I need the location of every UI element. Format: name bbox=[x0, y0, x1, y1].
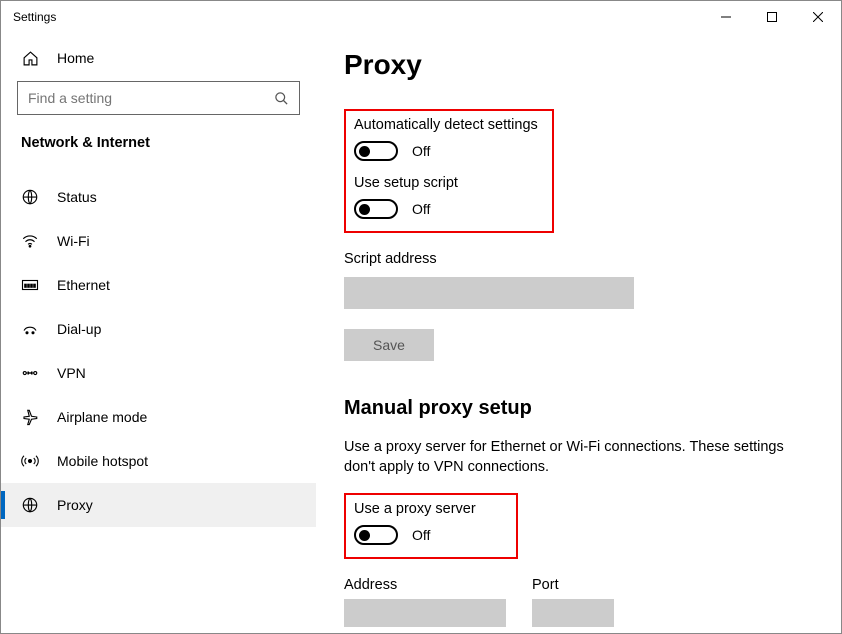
maximize-button[interactable] bbox=[749, 1, 795, 33]
nav-item-status[interactable]: Status bbox=[1, 175, 316, 219]
nav-label: Ethernet bbox=[57, 277, 110, 293]
content-pane: Proxy Automatically detect settings Off … bbox=[316, 33, 841, 633]
use-proxy-state: Off bbox=[412, 527, 430, 543]
setup-script-label: Use setup script bbox=[354, 175, 542, 191]
titlebar: Settings bbox=[1, 1, 841, 33]
airplane-icon bbox=[21, 408, 39, 426]
proxy-icon bbox=[21, 496, 39, 514]
close-button[interactable] bbox=[795, 1, 841, 33]
address-label: Address bbox=[344, 577, 506, 593]
nav-item-proxy[interactable]: Proxy bbox=[1, 483, 316, 527]
use-proxy-toggle[interactable] bbox=[354, 525, 398, 545]
auto-detect-label: Automatically detect settings bbox=[354, 117, 542, 133]
manual-desc: Use a proxy server for Ethernet or Wi-Fi… bbox=[344, 438, 784, 477]
minimize-button[interactable] bbox=[703, 1, 749, 33]
home-nav[interactable]: Home bbox=[17, 39, 300, 81]
hotspot-icon bbox=[21, 452, 39, 470]
port-label: Port bbox=[532, 577, 614, 593]
nav-item-hotspot[interactable]: Mobile hotspot bbox=[1, 439, 316, 483]
window-title: Settings bbox=[13, 10, 56, 24]
setup-script-toggle[interactable] bbox=[354, 199, 398, 219]
nav-label: Mobile hotspot bbox=[57, 453, 148, 469]
nav-item-wifi[interactable]: Wi-Fi bbox=[1, 219, 316, 263]
ethernet-icon bbox=[21, 276, 39, 294]
home-label: Home bbox=[57, 50, 94, 66]
save-button: Save bbox=[344, 329, 434, 361]
manual-proxy-highlight: Use a proxy server Off bbox=[344, 493, 518, 559]
auto-proxy-highlight: Automatically detect settings Off Use se… bbox=[344, 109, 554, 233]
nav-item-vpn[interactable]: VPN bbox=[1, 351, 316, 395]
window-controls bbox=[703, 1, 841, 33]
nav-list: Status Wi-Fi Ethernet bbox=[1, 175, 316, 527]
nav-item-airplane[interactable]: Airplane mode bbox=[1, 395, 316, 439]
nav-label: Proxy bbox=[57, 497, 93, 513]
auto-detect-toggle[interactable] bbox=[354, 141, 398, 161]
vpn-icon bbox=[21, 364, 39, 382]
nav-label: Wi-Fi bbox=[57, 233, 90, 249]
home-icon bbox=[21, 49, 39, 67]
manual-section-title: Manual proxy setup bbox=[344, 397, 807, 420]
use-proxy-label: Use a proxy server bbox=[354, 501, 506, 517]
script-address-input bbox=[344, 277, 634, 309]
search-box[interactable] bbox=[17, 81, 300, 115]
nav-label: Status bbox=[57, 189, 97, 205]
address-input bbox=[344, 599, 506, 627]
page-title: Proxy bbox=[344, 49, 807, 81]
auto-detect-state: Off bbox=[412, 143, 430, 159]
wifi-icon bbox=[21, 232, 39, 250]
nav-label: Airplane mode bbox=[57, 409, 147, 425]
settings-window: Settings Home bbox=[0, 0, 842, 634]
script-address-label: Script address bbox=[344, 251, 807, 267]
setup-script-state: Off bbox=[412, 201, 430, 217]
dialup-icon bbox=[21, 320, 39, 338]
nav-item-dialup[interactable]: Dial-up bbox=[1, 307, 316, 351]
search-icon bbox=[274, 91, 289, 106]
category-title: Network & Internet bbox=[17, 135, 300, 151]
sidebar: Home Network & Internet Status bbox=[1, 33, 316, 633]
port-input bbox=[532, 599, 614, 627]
search-input[interactable] bbox=[28, 90, 274, 106]
nav-label: VPN bbox=[57, 365, 86, 381]
nav-item-ethernet[interactable]: Ethernet bbox=[1, 263, 316, 307]
nav-label: Dial-up bbox=[57, 321, 101, 337]
status-icon bbox=[21, 188, 39, 206]
